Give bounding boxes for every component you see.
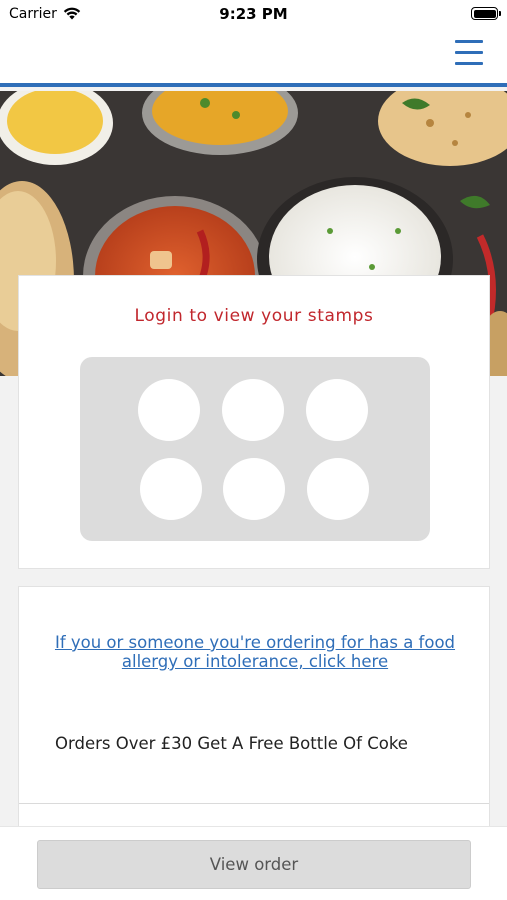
stamp-slot (306, 379, 368, 441)
view-order-button[interactable]: View order (37, 840, 471, 889)
stamp-slot (140, 458, 202, 520)
bottom-bar: View order (0, 826, 507, 900)
battery-icon (471, 7, 501, 20)
hamburger-menu-icon[interactable] (455, 40, 483, 65)
nav-bar (0, 30, 507, 87)
stamp-slot (222, 379, 284, 441)
status-bar: Carrier 9:23 PM (0, 0, 507, 30)
stamp-login-title[interactable]: Login to view your stamps (19, 306, 489, 326)
stamp-slot (223, 458, 285, 520)
divider (19, 803, 489, 804)
stamp-slot (307, 458, 369, 520)
info-card: If you or someone you're ordering for ha… (18, 586, 490, 846)
promo-message: Orders Over £30 Get A Free Bottle Of Cok… (55, 734, 408, 753)
stamp-card: Login to view your stamps (18, 275, 490, 569)
stamp-panel (80, 357, 430, 541)
allergy-info-link[interactable]: If you or someone you're ordering for ha… (39, 633, 471, 671)
status-time: 9:23 PM (219, 5, 288, 23)
stamp-slot (138, 379, 200, 441)
